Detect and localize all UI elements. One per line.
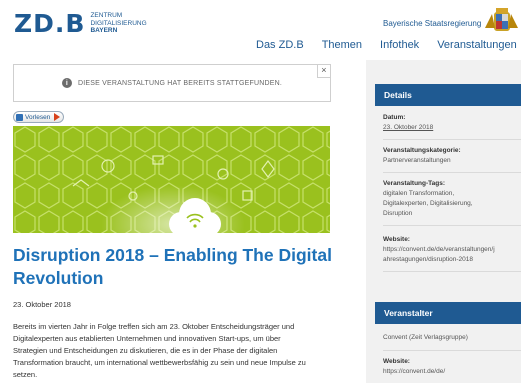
divider [383, 172, 521, 173]
logo-sub-line-1: ZENTRUM [90, 12, 123, 19]
nav-item-themen[interactable]: Themen [322, 39, 362, 51]
website-link[interactable]: https://convent.de/de/veranstaltungen/j [383, 245, 521, 255]
article-title: Disruption 2018 – Enabling The Digital R… [13, 245, 332, 288]
divider [383, 139, 521, 140]
vorlesen-label: Vorlesen [25, 113, 51, 121]
tag-line[interactable]: Disruption [383, 209, 521, 219]
staatsregierung-link[interactable]: Bayerische Staatsregierung [383, 19, 481, 28]
tag-line[interactable]: digitalen Transformation, [383, 189, 521, 199]
logo-wordmark: ZD.B [14, 9, 86, 38]
divider [383, 350, 521, 351]
body-line: Transformation braucht, um international… [13, 358, 306, 367]
nav-item-das-zdb[interactable]: Das ZD.B [256, 39, 304, 51]
veranstalter-name: Convent (Zeit Verlagsgruppe) [383, 334, 468, 341]
body-line: setzen. [13, 370, 38, 379]
tags-block: Veranstaltung-Tags: digitalen Transforma… [383, 179, 521, 219]
logo-subtitle: ZENTRUM DIGITALISIERUNG BAYERN [90, 12, 146, 35]
article-date: 23. Oktober 2018 [13, 300, 71, 309]
website-label: Website: [383, 236, 410, 243]
website-link-cont[interactable]: ahrestagungen/disruption-2018 [383, 255, 521, 265]
nav-item-veranstaltungen[interactable]: Veranstaltungen [437, 39, 517, 51]
play-icon [54, 113, 61, 121]
veranstalter-website-link[interactable]: https://convent.de/de/ [383, 367, 521, 377]
event-hero-image [13, 126, 330, 233]
kategorie-block: Veranstaltungskategorie: Partnerveransta… [383, 146, 521, 166]
body-line: Strategien und Entscheidungen zu diskuti… [13, 346, 278, 355]
datum-label: Datum: [383, 114, 406, 121]
veranstalter-block: Convent (Zeit Verlagsgruppe) [383, 333, 521, 343]
info-icon: i [61, 78, 72, 88]
speaker-icon [16, 113, 23, 121]
divider [383, 271, 521, 272]
bavarian-coat-of-arms-icon[interactable] [482, 8, 521, 34]
zdb-logo[interactable]: ZD.B ZENTRUM DIGITALISIERUNG BAYERN [14, 10, 147, 38]
website-block: Website: https://convent.de/de/veranstal… [383, 235, 521, 265]
divider [383, 225, 521, 226]
datum-link[interactable]: 23. Oktober 2018 [383, 123, 521, 133]
vorlesen-button[interactable]: Vorlesen [13, 111, 65, 123]
logo-sub-line-3: BAYERN [90, 27, 118, 34]
datum-block: Datum: 23. Oktober 2018 [383, 113, 521, 133]
veranstalter-website-block: Website: https://convent.de/de/ [383, 357, 521, 377]
body-line: Digitalexperten aus etablierten Unterneh… [13, 334, 281, 343]
body-line: Bereits im vierten Jahr in Folge treffen… [13, 322, 295, 331]
close-icon[interactable]: × [317, 65, 330, 78]
nav-item-infothek[interactable]: Infothek [380, 39, 419, 51]
details-header: Details [375, 84, 521, 106]
kategorie-link[interactable]: Partnerveranstaltungen [383, 156, 521, 166]
event-past-notice: i DIESE VERANSTALTUNG HAT BEREITS STATTG… [13, 64, 331, 102]
article-body: Bereits im vierten Jahr in Folge treffen… [13, 321, 343, 381]
logo-sub-line-2: DIGITALISIERUNG [90, 19, 147, 27]
notice-text: DIESE VERANSTALTUNG HAT BEREITS STATTGEF… [77, 79, 283, 87]
tags-label: Veranstaltung-Tags: [383, 180, 446, 187]
tag-line[interactable]: Digitalexperten, Digitalisierung, [383, 199, 521, 209]
veranstalter-header: Veranstalter [375, 302, 521, 324]
main-nav: Das ZD.B Themen Infothek Veranstaltungen… [256, 39, 521, 51]
veranstalter-website-label: Website: [383, 358, 410, 365]
kategorie-label: Veranstaltungskategorie: [383, 147, 461, 154]
